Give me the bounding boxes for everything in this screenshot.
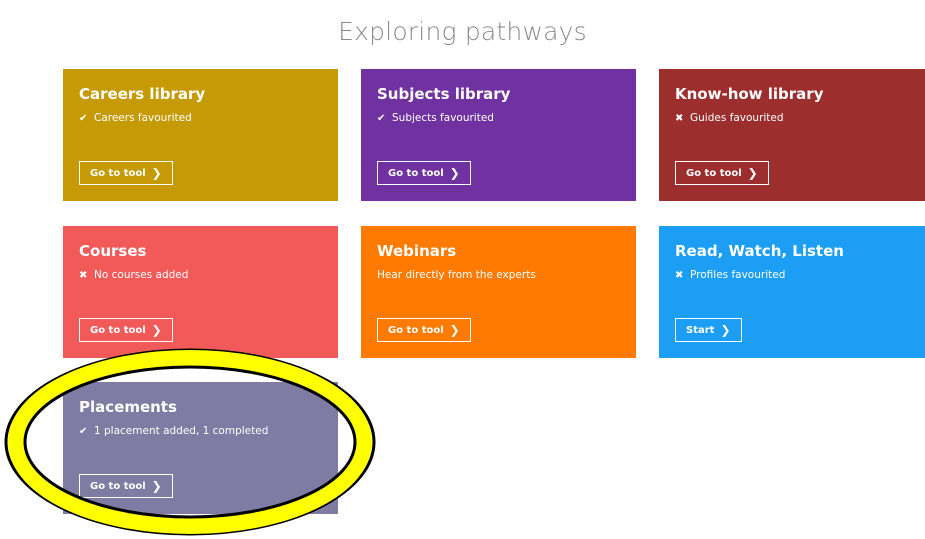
status-text: Guides favourited: [690, 112, 784, 124]
button-label: Go to tool: [686, 167, 742, 179]
tile-status: Hear directly from the experts: [377, 269, 536, 281]
tile-status: ✔ Subjects favourited: [377, 112, 494, 124]
status-text: 1 placement added, 1 completed: [94, 425, 269, 437]
check-icon: ✔: [79, 113, 88, 124]
status-text: No courses added: [94, 269, 189, 281]
careers-go-to-tool-button[interactable]: Go to tool ❯: [79, 161, 173, 185]
read-watch-listen-start-button[interactable]: Start ❯: [675, 318, 742, 342]
tile-status: ✖ No courses added: [79, 269, 188, 281]
cross-icon: ✖: [675, 113, 684, 124]
button-label: Go to tool: [90, 324, 146, 336]
button-label: Start: [686, 324, 715, 336]
button-label: Go to tool: [388, 324, 444, 336]
careers-library-tile: Careers library ✔ Careers favourited Go t…: [63, 69, 338, 201]
know-how-library-tile: Know-how library ✖ Guides favourited Go t…: [659, 69, 925, 201]
tile-title: Courses: [79, 242, 147, 260]
webinars-go-to-tool-button[interactable]: Go to tool ❯: [377, 318, 471, 342]
tile-title: Webinars: [377, 242, 457, 260]
tile-status: ✖ Profiles favourited: [675, 269, 785, 281]
check-icon: ✔: [79, 426, 88, 437]
chevron-right-icon: ❯: [720, 323, 731, 337]
subjects-library-tile: Subjects library ✔ Subjects favourited Go…: [361, 69, 636, 201]
courses-tile: Courses ✖ No courses added Go to tool ❯: [63, 226, 338, 358]
tile-title: Know-how library: [675, 85, 824, 103]
button-label: Go to tool: [388, 167, 444, 179]
courses-go-to-tool-button[interactable]: Go to tool ❯: [79, 318, 173, 342]
know-how-go-to-tool-button[interactable]: Go to tool ❯: [675, 161, 769, 185]
button-label: Go to tool: [90, 480, 146, 492]
chevron-right-icon: ❯: [449, 323, 460, 337]
read-watch-listen-tile: Read, Watch, Listen ✖ Profiles favourited…: [659, 226, 925, 358]
placements-tile: Placements ✔ 1 placement added, 1 complet…: [63, 382, 338, 514]
webinars-tile: Webinars Hear directly from the experts …: [361, 226, 636, 358]
chevron-right-icon: ❯: [747, 166, 758, 180]
subjects-go-to-tool-button[interactable]: Go to tool ❯: [377, 161, 471, 185]
cross-icon: ✖: [675, 270, 684, 281]
tile-title: Careers library: [79, 85, 206, 103]
tile-title: Subjects library: [377, 85, 511, 103]
page-title: Exploring pathways: [338, 17, 587, 46]
chevron-right-icon: ❯: [449, 166, 460, 180]
status-text: Subjects favourited: [392, 112, 494, 124]
chevron-right-icon: ❯: [151, 479, 162, 493]
tile-title: Read, Watch, Listen: [675, 242, 844, 260]
check-icon: ✔: [377, 113, 386, 124]
status-text: Hear directly from the experts: [377, 269, 536, 281]
tile-status: ✔ 1 placement added, 1 completed: [79, 425, 268, 437]
chevron-right-icon: ❯: [151, 323, 162, 337]
tile-status: ✔ Careers favourited: [79, 112, 192, 124]
placements-go-to-tool-button[interactable]: Go to tool ❯: [79, 474, 173, 498]
tile-status: ✖ Guides favourited: [675, 112, 784, 124]
tile-title: Placements: [79, 398, 177, 416]
chevron-right-icon: ❯: [151, 166, 162, 180]
button-label: Go to tool: [90, 167, 146, 179]
cross-icon: ✖: [79, 270, 88, 281]
status-text: Profiles favourited: [690, 269, 786, 281]
status-text: Careers favourited: [94, 112, 192, 124]
